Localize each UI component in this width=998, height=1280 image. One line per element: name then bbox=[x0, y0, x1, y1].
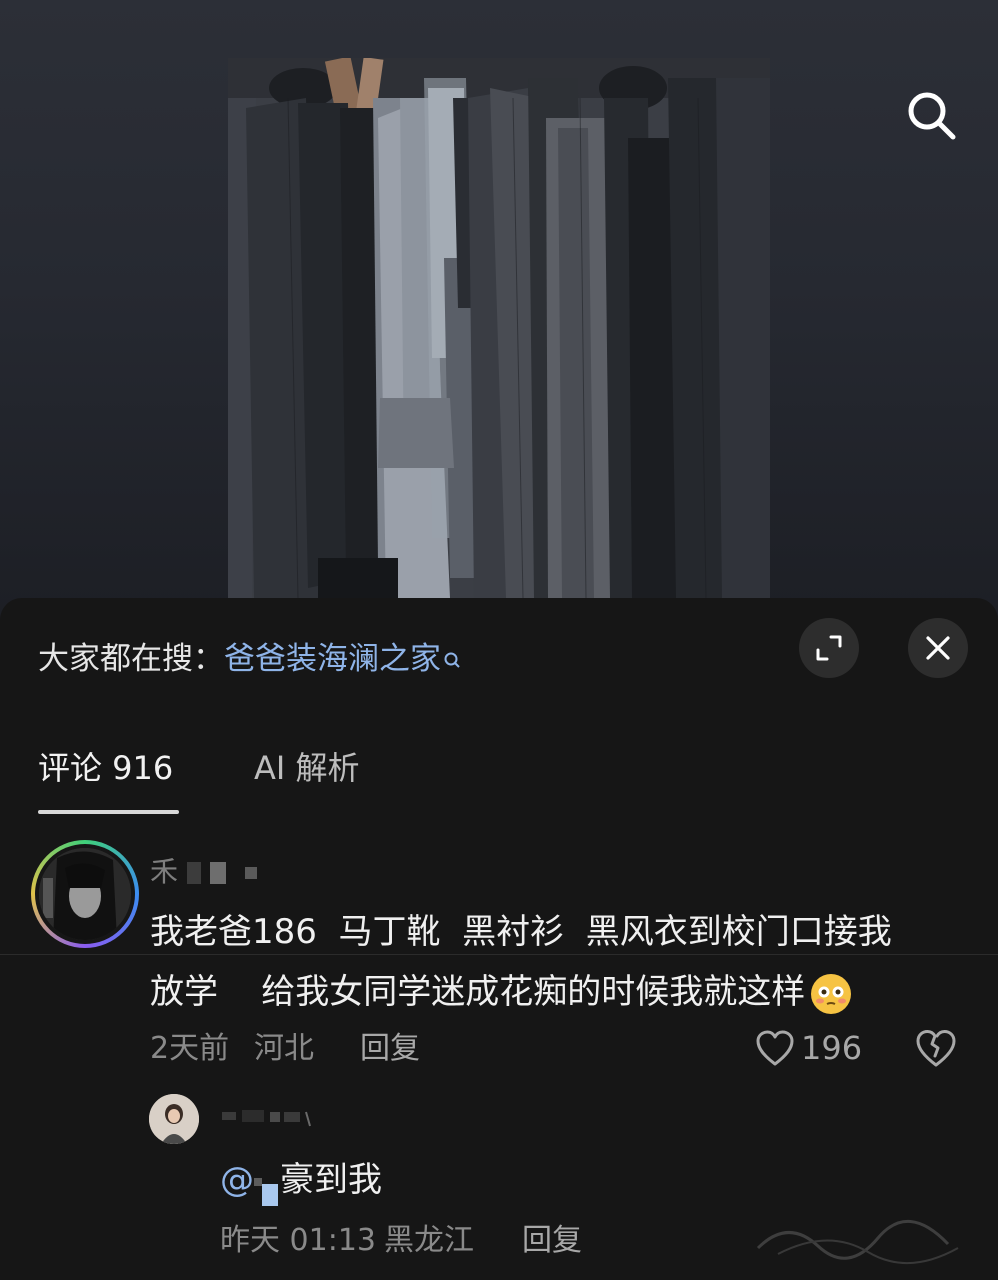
redaction-mark bbox=[244, 867, 257, 879]
search-icon bbox=[908, 92, 956, 140]
tab-ai-analysis[interactable]: AI 解析 bbox=[254, 738, 360, 798]
comment-sheet: 大家都在搜：爸爸装海澜之家 评论 916 AI 解析 禾 我老爸186 马丁靴 … bbox=[0, 598, 998, 1280]
tab-comments[interactable]: 评论 916 bbox=[38, 738, 173, 798]
reply-time: 昨天 01:13 bbox=[220, 1223, 376, 1258]
hot-search-prefix: 大家都在搜： bbox=[38, 641, 224, 677]
reply-reply-button[interactable]: 回复 bbox=[522, 1220, 582, 1262]
wardrobe-image bbox=[228, 58, 770, 598]
comment-location: 河北 bbox=[254, 1031, 314, 1066]
hot-search-bar[interactable]: 大家都在搜：爸爸装海澜之家 bbox=[38, 636, 463, 682]
reply-button[interactable]: 回复 bbox=[360, 1028, 420, 1070]
like-count: 196 bbox=[801, 1029, 863, 1067]
redaction-mark bbox=[209, 862, 226, 884]
reply-location: 黑龙江 bbox=[384, 1223, 474, 1258]
expand-button[interactable] bbox=[799, 618, 859, 678]
close-button[interactable] bbox=[908, 618, 968, 678]
reply-body: @ 豪到我 bbox=[220, 1154, 382, 1206]
reply-avatar[interactable] bbox=[149, 1094, 199, 1144]
redaction-mark bbox=[262, 1184, 278, 1206]
reply-text: 豪到我 bbox=[280, 1160, 382, 1200]
redaction-mark bbox=[186, 862, 201, 884]
active-tab-indicator bbox=[38, 810, 179, 814]
comment-line-2: 放学 给我女同学迷成花痴的时候我就这样 bbox=[150, 972, 806, 1012]
redaction-mark bbox=[254, 1177, 262, 1186]
search-small-icon bbox=[443, 640, 463, 686]
username-text: 禾 bbox=[150, 855, 179, 888]
heart-icon bbox=[756, 1030, 794, 1066]
flushed-face-emoji bbox=[809, 972, 853, 1016]
comment-tabs: 评论 916 AI 解析 bbox=[0, 738, 998, 955]
like-button[interactable]: 196 bbox=[755, 1026, 862, 1070]
dislike-button[interactable] bbox=[914, 1026, 958, 1070]
commenter-avatar[interactable] bbox=[31, 840, 139, 948]
hot-search-link[interactable]: 爸爸装海澜之家 bbox=[224, 641, 441, 677]
comment-body: 我老爸186 马丁靴 黑衬衫 黑风衣到校门口接我 放学 给我女同学迷成花痴的时候… bbox=[150, 902, 960, 1022]
close-icon bbox=[926, 636, 950, 660]
video-player[interactable] bbox=[0, 0, 998, 640]
video-frame-wardrobe bbox=[228, 58, 770, 598]
avatar-image bbox=[39, 848, 131, 940]
broken-heart-icon bbox=[916, 1030, 956, 1067]
mention-link[interactable]: @ bbox=[220, 1160, 254, 1200]
comment-time: 2天前 bbox=[150, 1031, 230, 1066]
expand-icon bbox=[816, 635, 842, 661]
comment-line-1: 我老爸186 马丁靴 黑衬衫 黑风衣到校门口接我 bbox=[150, 912, 892, 952]
reply-username-redacted[interactable] bbox=[222, 1100, 322, 1134]
app-screen: 大家都在搜：爸爸装海澜之家 评论 916 AI 解析 禾 我老爸186 马丁靴 … bbox=[0, 0, 998, 1280]
search-button[interactable] bbox=[898, 82, 964, 148]
commenter-username[interactable]: 禾 bbox=[150, 850, 257, 890]
watermark-scribble bbox=[756, 1220, 959, 1264]
